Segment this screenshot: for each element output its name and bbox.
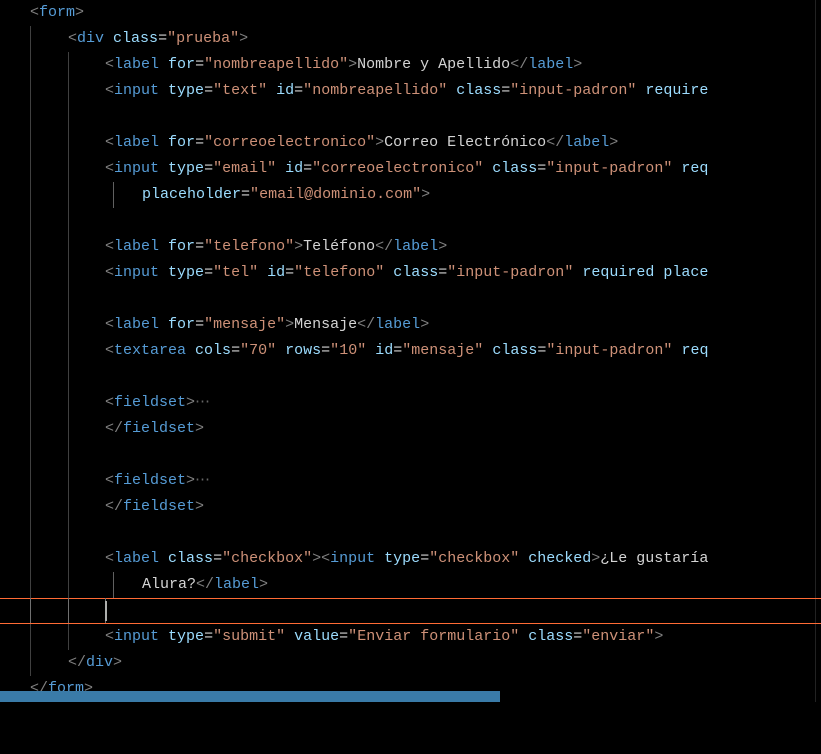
code-line[interactable]: <input type="text" id="nombreapellido" c… — [0, 78, 821, 104]
code-editor[interactable]: <form> <div class="prueba"> <label for="… — [0, 0, 821, 702]
code-line[interactable] — [0, 520, 821, 546]
code-line[interactable]: <div class="prueba"> — [0, 26, 821, 52]
fold-marker-icon[interactable]: ⋯ — [195, 472, 210, 489]
code-line[interactable] — [0, 104, 821, 130]
code-line[interactable] — [0, 364, 821, 390]
horizontal-scrollbar[interactable] — [0, 691, 500, 702]
code-line[interactable]: <input type="email" id="correoelectronic… — [0, 156, 821, 182]
code-line[interactable]: <fieldset>⋯ — [0, 468, 821, 494]
code-line[interactable]: <label for="mensaje">Mensaje</label> — [0, 312, 821, 338]
code-line[interactable] — [0, 208, 821, 234]
code-line[interactable] — [0, 286, 821, 312]
code-line[interactable]: <fieldset>⋯ — [0, 390, 821, 416]
active-line-border-top — [0, 598, 821, 599]
code-line-wrapped[interactable]: Alura?</label> — [0, 572, 821, 598]
code-line[interactable]: <form> — [0, 0, 821, 26]
code-line[interactable]: <label for="correoelectronico">Correo El… — [0, 130, 821, 156]
code-line[interactable]: <input type="submit" value="Enviar formu… — [0, 624, 821, 650]
fold-marker-icon[interactable]: ⋯ — [195, 394, 210, 411]
code-line[interactable]: </fieldset> — [0, 416, 821, 442]
code-line[interactable]: <label for="telefono">Teléfono</label> — [0, 234, 821, 260]
code-line[interactable]: <textarea cols="70" rows="10" id="mensaj… — [0, 338, 821, 364]
code-line[interactable]: </div> — [0, 650, 821, 676]
code-line-wrapped[interactable]: placeholder="email@dominio.com"> — [0, 182, 821, 208]
code-line[interactable]: <label class="checkbox"><input type="che… — [0, 546, 821, 572]
code-line[interactable]: </fieldset> — [0, 494, 821, 520]
code-line[interactable]: <input type="tel" id="telefono" class="i… — [0, 260, 821, 286]
code-line-active[interactable] — [0, 598, 821, 624]
cursor-icon — [105, 601, 107, 621]
code-line[interactable] — [0, 442, 821, 468]
code-line[interactable]: <label for="nombreapellido">Nombre y Ape… — [0, 52, 821, 78]
